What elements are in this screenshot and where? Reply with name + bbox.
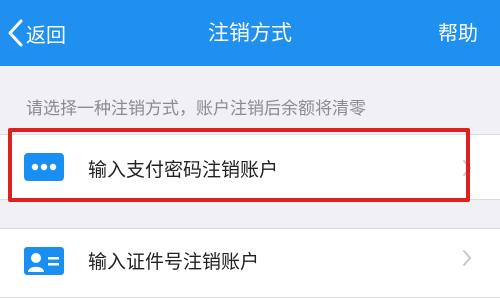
chevron-right-icon (463, 250, 471, 266)
page-title: 注销方式 (208, 21, 292, 45)
chevron-right-icon (463, 160, 471, 176)
chevron-left-icon (8, 19, 23, 47)
option-label: 输入证件号注销账户 (88, 251, 260, 273)
navigation-bar: 返回 注销方式 帮助 (0, 0, 500, 66)
back-label: 返回 (26, 22, 66, 47)
back-button[interactable]: 返回 (6, 13, 66, 53)
help-button[interactable]: 帮助 (438, 0, 478, 66)
option-id-deactivate[interactable]: 输入证件号注销账户 (0, 228, 500, 298)
hint-text: 请选择一种注销方式，账户注销后余额将清零 (26, 99, 366, 119)
id-card-icon (24, 247, 64, 275)
option-label: 输入支付密码注销账户 (88, 159, 279, 181)
password-dots-icon (24, 153, 64, 181)
option-password-deactivate[interactable]: 输入支付密码注销账户 (0, 134, 500, 200)
